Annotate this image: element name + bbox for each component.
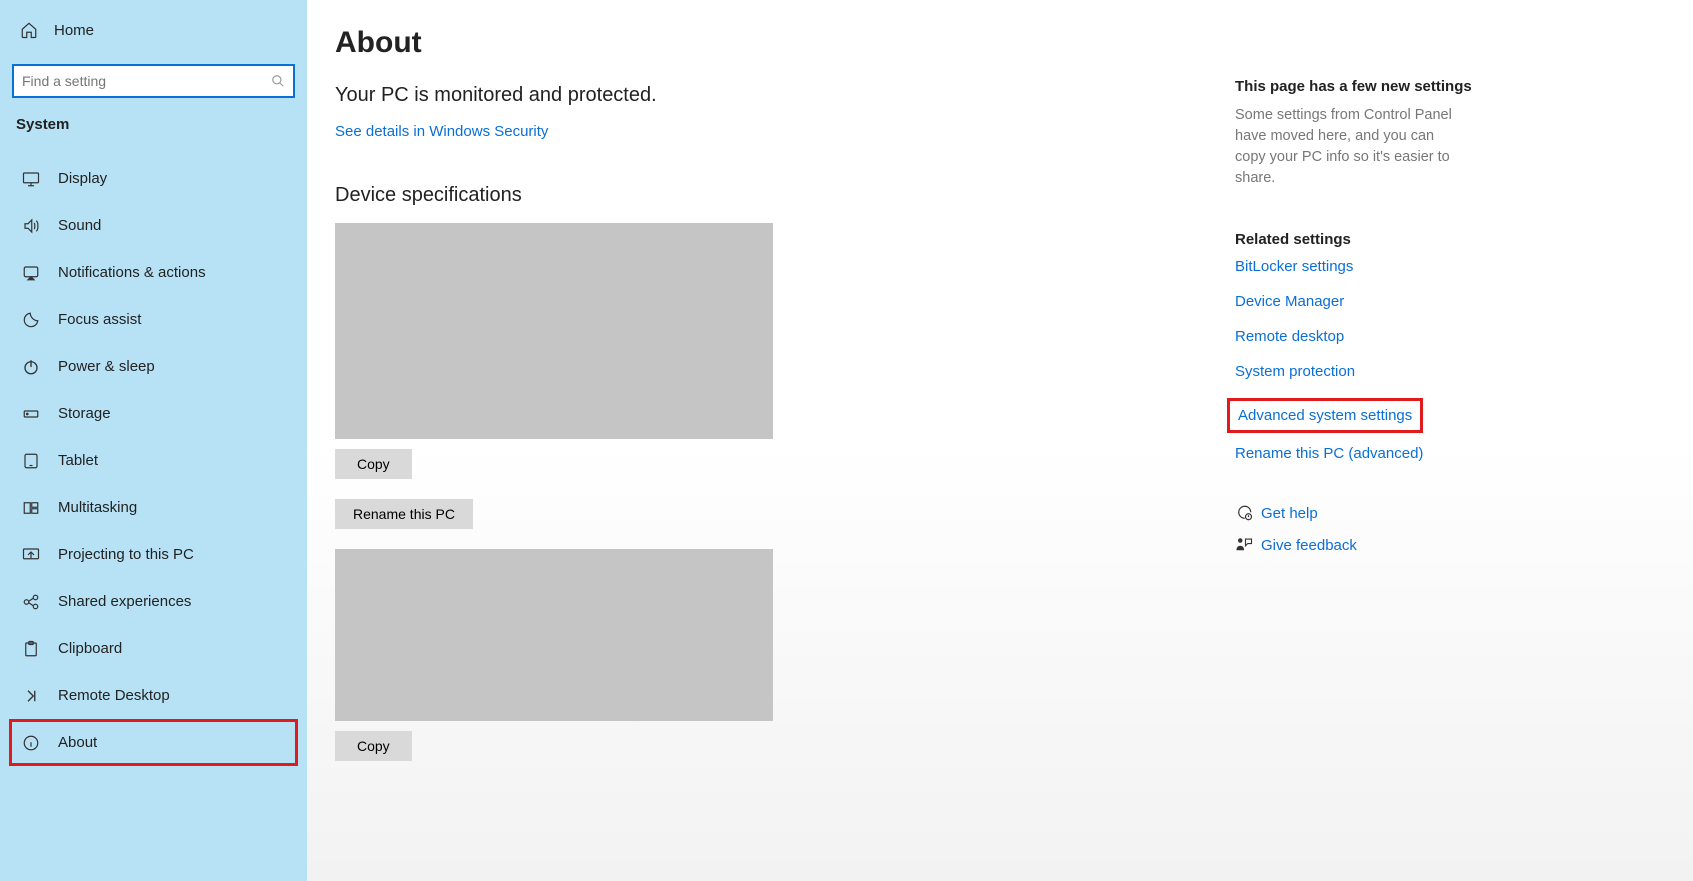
sidebar-item-label: Power & sleep <box>58 358 155 375</box>
sidebar-home[interactable]: Home <box>12 8 295 52</box>
related-link-item: Rename this PC (advanced) <box>1235 445 1595 462</box>
sidebar-item-shared[interactable]: Shared experiences <box>12 578 295 625</box>
related-link[interactable]: Device Manager <box>1235 293 1344 310</box>
sidebar-item-remote[interactable]: Remote Desktop <box>12 672 295 719</box>
sidebar-item-project[interactable]: Projecting to this PC <box>12 531 295 578</box>
related-link-item: Remote desktop <box>1235 328 1595 345</box>
main-area: About Your PC is monitored and protected… <box>307 0 1693 881</box>
notifications-icon <box>20 264 42 282</box>
copy-windows-spec-button[interactable]: Copy <box>335 731 412 761</box>
device-spec-block <box>335 223 773 439</box>
sidebar-category: System <box>16 116 295 133</box>
clipboard-icon <box>20 640 42 658</box>
sidebar-item-label: Sound <box>58 217 101 234</box>
related-link[interactable]: Remote desktop <box>1235 328 1344 345</box>
sound-icon <box>20 217 42 235</box>
get-help-row[interactable]: Get help <box>1235 504 1595 522</box>
search-input[interactable] <box>22 73 271 89</box>
right-column: This page has a few new settings Some se… <box>1195 26 1595 881</box>
related-link[interactable]: System protection <box>1235 363 1355 380</box>
display-icon <box>20 170 42 188</box>
sidebar-item-label: Remote Desktop <box>58 687 170 704</box>
sidebar-home-label: Home <box>54 22 94 39</box>
page-title: About <box>335 26 1195 60</box>
give-feedback-row[interactable]: Give feedback <box>1235 536 1595 554</box>
related-link[interactable]: BitLocker settings <box>1235 258 1353 275</box>
shared-icon <box>20 593 42 611</box>
sidebar-item-focus[interactable]: Focus assist <box>12 296 295 343</box>
sidebar-item-label: Shared experiences <box>58 593 191 610</box>
related-link-item: System protection <box>1235 363 1595 380</box>
storage-icon <box>20 405 42 423</box>
related-link[interactable]: Rename this PC (advanced) <box>1235 445 1423 462</box>
new-settings-text: Some settings from Control Panel have mo… <box>1235 105 1465 189</box>
sidebar-item-about[interactable]: About <box>9 719 298 766</box>
sidebar-item-notifications[interactable]: Notifications & actions <box>12 249 295 296</box>
search-icon <box>271 74 285 88</box>
sidebar-item-clipboard[interactable]: Clipboard <box>12 625 295 672</box>
feedback-icon <box>1235 536 1261 554</box>
sidebar-item-label: About <box>58 734 97 751</box>
get-help-link[interactable]: Get help <box>1261 505 1318 522</box>
home-icon <box>18 21 40 39</box>
focus-icon <box>20 311 42 329</box>
multitask-icon <box>20 499 42 517</box>
copy-device-spec-button[interactable]: Copy <box>335 449 412 479</box>
help-list: Get help Give feedback <box>1235 504 1595 554</box>
sidebar-item-power[interactable]: Power & sleep <box>12 343 295 390</box>
windows-security-link[interactable]: See details in Windows Security <box>335 123 548 140</box>
related-link-item: Advanced system settings <box>1227 398 1423 433</box>
project-icon <box>20 546 42 564</box>
sidebar-item-label: Tablet <box>58 452 98 469</box>
sidebar-item-label: Notifications & actions <box>58 264 206 281</box>
related-link[interactable]: Advanced system settings <box>1238 407 1412 424</box>
sidebar-item-label: Focus assist <box>58 311 141 328</box>
sidebar-item-tablet[interactable]: Tablet <box>12 437 295 484</box>
new-settings-heading: This page has a few new settings <box>1235 78 1595 95</box>
remote-icon <box>20 687 42 705</box>
tablet-icon <box>20 452 42 470</box>
related-links-list: BitLocker settings Device Manager Remote d… <box>1235 258 1595 462</box>
give-feedback-link[interactable]: Give feedback <box>1261 537 1357 554</box>
status-line: Your PC is monitored and protected. <box>335 84 1195 107</box>
about-icon <box>20 734 42 752</box>
sidebar-item-display[interactable]: Display <box>12 155 295 202</box>
search-box[interactable] <box>12 64 295 98</box>
sidebar-item-sound[interactable]: Sound <box>12 202 295 249</box>
sidebar-item-label: Multitasking <box>58 499 137 516</box>
related-link-item: BitLocker settings <box>1235 258 1595 275</box>
rename-pc-button[interactable]: Rename this PC <box>335 499 473 529</box>
sidebar-item-label: Display <box>58 170 107 187</box>
windows-spec-block <box>335 549 773 721</box>
sidebar-item-multitask[interactable]: Multitasking <box>12 484 295 531</box>
sidebar-item-storage[interactable]: Storage <box>12 390 295 437</box>
related-link-item: Device Manager <box>1235 293 1595 310</box>
help-icon <box>1235 504 1261 522</box>
sidebar: Home System Display Sound Notifications & … <box>0 0 307 881</box>
sidebar-nav-list: Display Sound Notifications & actions Focus… <box>12 155 295 766</box>
device-spec-heading: Device specifications <box>335 184 1195 207</box>
related-settings-heading: Related settings <box>1235 231 1595 248</box>
sidebar-item-label: Storage <box>58 405 111 422</box>
sidebar-item-label: Projecting to this PC <box>58 546 194 563</box>
power-icon <box>20 358 42 376</box>
sidebar-item-label: Clipboard <box>58 640 122 657</box>
content-column: About Your PC is monitored and protected… <box>335 26 1195 881</box>
